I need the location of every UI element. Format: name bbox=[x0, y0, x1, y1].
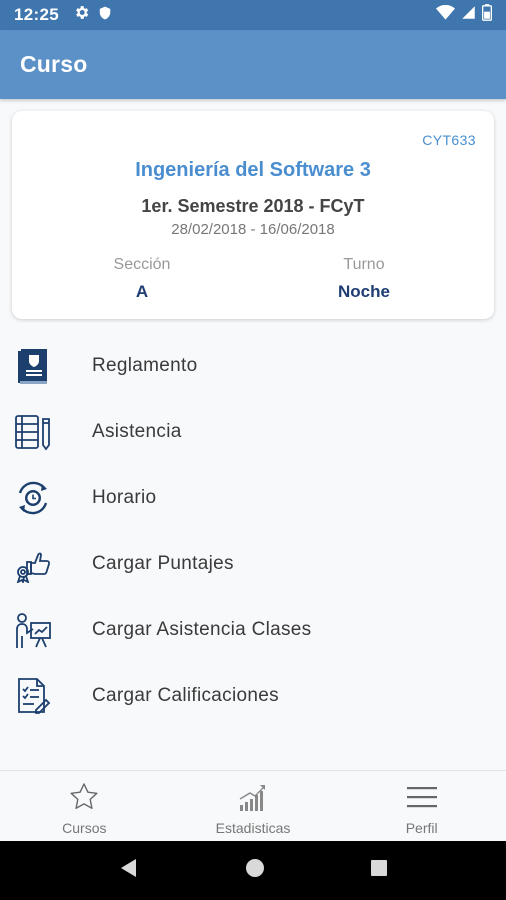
section-value: A bbox=[135, 282, 149, 301]
bottom-nav: Cursos Estadisticas Perfil bbox=[0, 770, 506, 841]
home-icon[interactable] bbox=[245, 858, 265, 883]
rulebook-icon bbox=[13, 346, 53, 386]
menu-label-reglamento: Reglamento bbox=[92, 355, 198, 376]
menu-label-cargar-asistencia-clases: Cargar Asistencia Clases bbox=[92, 619, 312, 640]
status-time: 12:25 bbox=[14, 5, 59, 24]
menu-label-asistencia: Asistencia bbox=[92, 421, 182, 442]
course-name: Ingeniería del Software 3 bbox=[135, 159, 371, 181]
app-bar: Curso bbox=[0, 30, 506, 99]
recents-icon[interactable] bbox=[370, 859, 388, 882]
battery-icon bbox=[482, 4, 492, 26]
signal-icon bbox=[461, 5, 476, 25]
menu-icon bbox=[405, 780, 439, 814]
clock-24h-icon bbox=[13, 478, 53, 518]
menu-label-cargar-puntajes: Cargar Puntajes bbox=[92, 553, 234, 574]
menu-item-reglamento[interactable]: Reglamento bbox=[0, 333, 506, 399]
grades-document-icon bbox=[13, 676, 53, 716]
teacher-presentation-icon bbox=[13, 610, 53, 650]
back-icon[interactable] bbox=[118, 857, 140, 884]
attendance-icon bbox=[13, 412, 53, 452]
course-code: CYT633 bbox=[422, 132, 476, 148]
status-bar: 12:25 bbox=[0, 0, 506, 30]
course-card: CYT633 Ingeniería del Software 3 1er. Se… bbox=[12, 111, 494, 319]
gear-icon bbox=[73, 4, 90, 26]
menu-item-cargar-asistencia-clases[interactable]: Cargar Asistencia Clases bbox=[0, 597, 506, 663]
section-info: Sección A bbox=[62, 256, 222, 302]
course-semester: 1er. Semestre 2018 - FCyT bbox=[141, 196, 365, 216]
shift-label: Turno bbox=[343, 256, 385, 273]
menu-item-cargar-puntajes[interactable]: Cargar Puntajes bbox=[0, 531, 506, 597]
shift-info: Turno Noche bbox=[284, 256, 444, 302]
system-nav-bar bbox=[0, 841, 506, 900]
course-menu: Reglamento Asistencia Horario Cargar Pun… bbox=[0, 333, 506, 729]
course-dates: 28/02/2018 - 16/06/2018 bbox=[171, 221, 335, 238]
star-icon bbox=[67, 780, 101, 814]
nav-tab-perfil[interactable]: Perfil bbox=[337, 771, 506, 841]
section-label: Sección bbox=[113, 256, 171, 273]
bar-chart-icon bbox=[236, 780, 270, 814]
menu-label-horario: Horario bbox=[92, 487, 157, 508]
menu-item-horario[interactable]: Horario bbox=[0, 465, 506, 531]
menu-item-asistencia[interactable]: Asistencia bbox=[0, 399, 506, 465]
menu-label-cargar-calificaciones: Cargar Calificaciones bbox=[92, 685, 279, 706]
shift-value: Noche bbox=[338, 282, 390, 301]
shield-icon bbox=[98, 5, 112, 26]
menu-item-cargar-calificaciones[interactable]: Cargar Calificaciones bbox=[0, 663, 506, 729]
nav-tab-estadisticas[interactable]: Estadisticas bbox=[169, 771, 338, 841]
nav-tab-cursos[interactable]: Cursos bbox=[0, 771, 169, 841]
nav-label-cursos: Cursos bbox=[62, 820, 107, 836]
nav-label-perfil: Perfil bbox=[405, 820, 438, 836]
nav-label-estadisticas: Estadisticas bbox=[215, 820, 291, 836]
thumbs-up-award-icon bbox=[13, 544, 53, 584]
wifi-icon bbox=[436, 4, 455, 25]
page-title: Curso bbox=[20, 51, 88, 77]
